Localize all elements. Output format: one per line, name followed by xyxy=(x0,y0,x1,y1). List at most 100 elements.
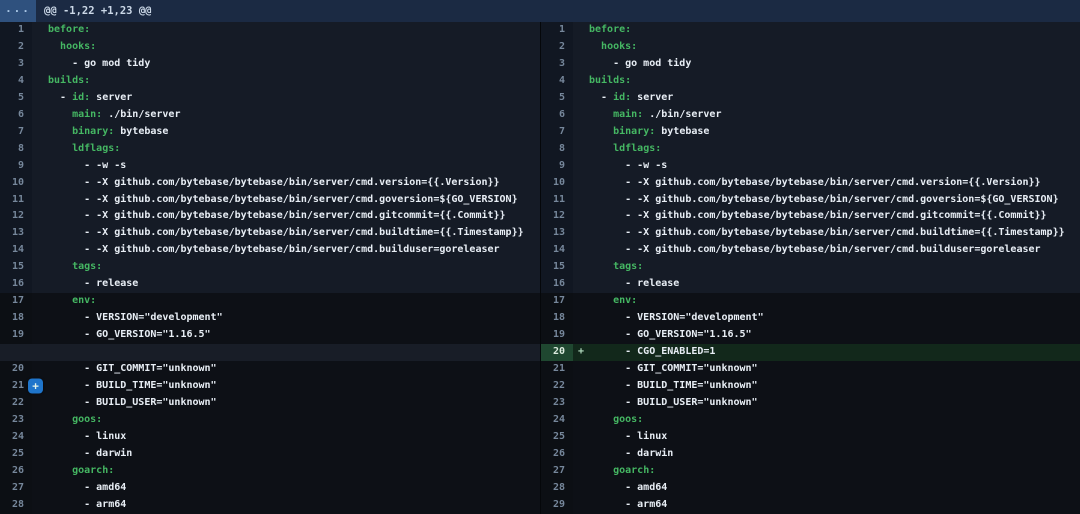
diff-marker xyxy=(32,361,48,378)
line-number[interactable]: 2 xyxy=(541,39,573,56)
line-number[interactable]: 27 xyxy=(0,480,32,497)
line-number[interactable]: 13 xyxy=(541,225,573,242)
code-token: - darwin xyxy=(589,448,673,459)
line-number[interactable]: 9 xyxy=(0,158,32,175)
diff-marker xyxy=(573,412,589,429)
code-token xyxy=(48,126,72,137)
yaml-key-token: builds: xyxy=(589,75,631,86)
code-line: env: xyxy=(48,293,540,310)
diff-marker xyxy=(32,107,48,124)
line-number[interactable]: 29 xyxy=(541,497,573,514)
code-line: - arm64 xyxy=(48,497,540,514)
diff-marker xyxy=(573,158,589,175)
diff-marker xyxy=(573,378,589,395)
add-comment-button[interactable]: + xyxy=(28,379,43,394)
line-number[interactable]: 7 xyxy=(0,124,32,141)
code-token: - amd64 xyxy=(48,482,126,493)
line-number[interactable]: 14 xyxy=(541,242,573,259)
diff-marker xyxy=(32,73,48,90)
line-number[interactable]: 27 xyxy=(541,463,573,480)
code-line: binary: bytebase xyxy=(589,124,1080,141)
line-number[interactable]: 4 xyxy=(541,73,573,90)
diff-marker xyxy=(573,22,589,39)
diff-row: 25 - linux xyxy=(541,429,1080,446)
diff-marker xyxy=(32,446,48,463)
yaml-key-token: goos: xyxy=(72,414,102,425)
line-number[interactable]: 20 xyxy=(0,361,32,378)
line-number[interactable]: 25 xyxy=(541,429,573,446)
line-number[interactable]: 17 xyxy=(0,293,32,310)
line-number[interactable]: 21 xyxy=(541,361,573,378)
code-line: goarch: xyxy=(48,463,540,480)
line-number[interactable]: 17 xyxy=(541,293,573,310)
line-number[interactable]: 24 xyxy=(0,429,32,446)
line-number[interactable]: 3 xyxy=(541,56,573,73)
line-number[interactable]: 10 xyxy=(0,175,32,192)
diff-row: 2 hooks: xyxy=(541,39,1080,56)
line-number[interactable]: 1 xyxy=(541,22,573,39)
line-number[interactable]: 26 xyxy=(0,463,32,480)
code-token: - BUILD_TIME="unknown" xyxy=(48,380,217,391)
line-number[interactable]: 16 xyxy=(0,276,32,293)
code-token: - linux xyxy=(589,431,667,442)
line-number[interactable]: 7 xyxy=(541,124,573,141)
diff-row: 9 - -w -s xyxy=(541,158,1080,175)
line-number[interactable]: 28 xyxy=(541,480,573,497)
line-number[interactable]: 22 xyxy=(541,378,573,395)
line-number[interactable]: 12 xyxy=(541,208,573,225)
line-number[interactable]: 10 xyxy=(541,175,573,192)
diff-row: 20 - GIT_COMMIT="unknown" xyxy=(0,361,540,378)
diff-marker xyxy=(573,39,589,56)
line-number[interactable]: 2 xyxy=(0,39,32,56)
line-number[interactable]: 26 xyxy=(541,446,573,463)
line-number[interactable]: 19 xyxy=(541,327,573,344)
line-number[interactable]: 24 xyxy=(541,412,573,429)
line-number[interactable]: 11 xyxy=(541,192,573,209)
diff-marker xyxy=(573,225,589,242)
code-line: - VERSION="development" xyxy=(589,310,1080,327)
line-number[interactable]: 28 xyxy=(0,497,32,514)
code-token: - GIT_COMMIT="unknown" xyxy=(589,363,758,374)
line-number[interactable]: 11 xyxy=(0,192,32,209)
diff-row-added: 20+ - CGO_ENABLED=1 xyxy=(541,344,1080,361)
diff-row: 27 goarch: xyxy=(541,463,1080,480)
line-number[interactable]: 13 xyxy=(0,225,32,242)
diff-marker xyxy=(573,395,589,412)
line-number[interactable]: 25 xyxy=(0,446,32,463)
diff-marker xyxy=(32,480,48,497)
diff-row: 22 - BUILD_USER="unknown" xyxy=(0,395,540,412)
line-number[interactable]: 5 xyxy=(0,90,32,107)
line-number[interactable]: 6 xyxy=(541,107,573,124)
expand-context-button[interactable]: ··· xyxy=(0,0,36,22)
line-number[interactable]: 6 xyxy=(0,107,32,124)
code-token: - arm64 xyxy=(48,499,126,510)
code-line: - arm64 xyxy=(589,497,1080,514)
line-number[interactable]: 15 xyxy=(541,259,573,276)
line-number[interactable]: 12 xyxy=(0,208,32,225)
line-number[interactable]: 23 xyxy=(0,412,32,429)
line-number[interactable]: 18 xyxy=(0,310,32,327)
line-number[interactable]: 14 xyxy=(0,242,32,259)
code-token xyxy=(589,41,601,52)
line-number[interactable]: 18 xyxy=(541,310,573,327)
line-number[interactable]: 1 xyxy=(0,22,32,39)
line-number[interactable]: 5 xyxy=(541,90,573,107)
yaml-key-token: goarch: xyxy=(613,465,655,476)
line-number[interactable]: 15 xyxy=(0,259,32,276)
line-number[interactable]: 8 xyxy=(541,141,573,158)
line-number[interactable]: 19 xyxy=(0,327,32,344)
line-number[interactable]: 9 xyxy=(541,158,573,175)
diff-row: 28 - amd64 xyxy=(541,480,1080,497)
yaml-key-token: binary: xyxy=(72,126,114,137)
line-number[interactable]: 16 xyxy=(541,276,573,293)
line-number[interactable]: 3 xyxy=(0,56,32,73)
line-number[interactable]: 8 xyxy=(0,141,32,158)
line-number[interactable]: 23 xyxy=(541,395,573,412)
yaml-key-token: env: xyxy=(613,295,637,306)
code-line: ldflags: xyxy=(589,141,1080,158)
line-number[interactable]: 22 xyxy=(0,395,32,412)
line-number[interactable]: 20 xyxy=(541,344,573,361)
line-number[interactable]: 4 xyxy=(0,73,32,90)
code-line: - -X github.com/bytebase/bytebase/bin/se… xyxy=(589,208,1080,225)
diff-row: 5 - id: server xyxy=(541,90,1080,107)
